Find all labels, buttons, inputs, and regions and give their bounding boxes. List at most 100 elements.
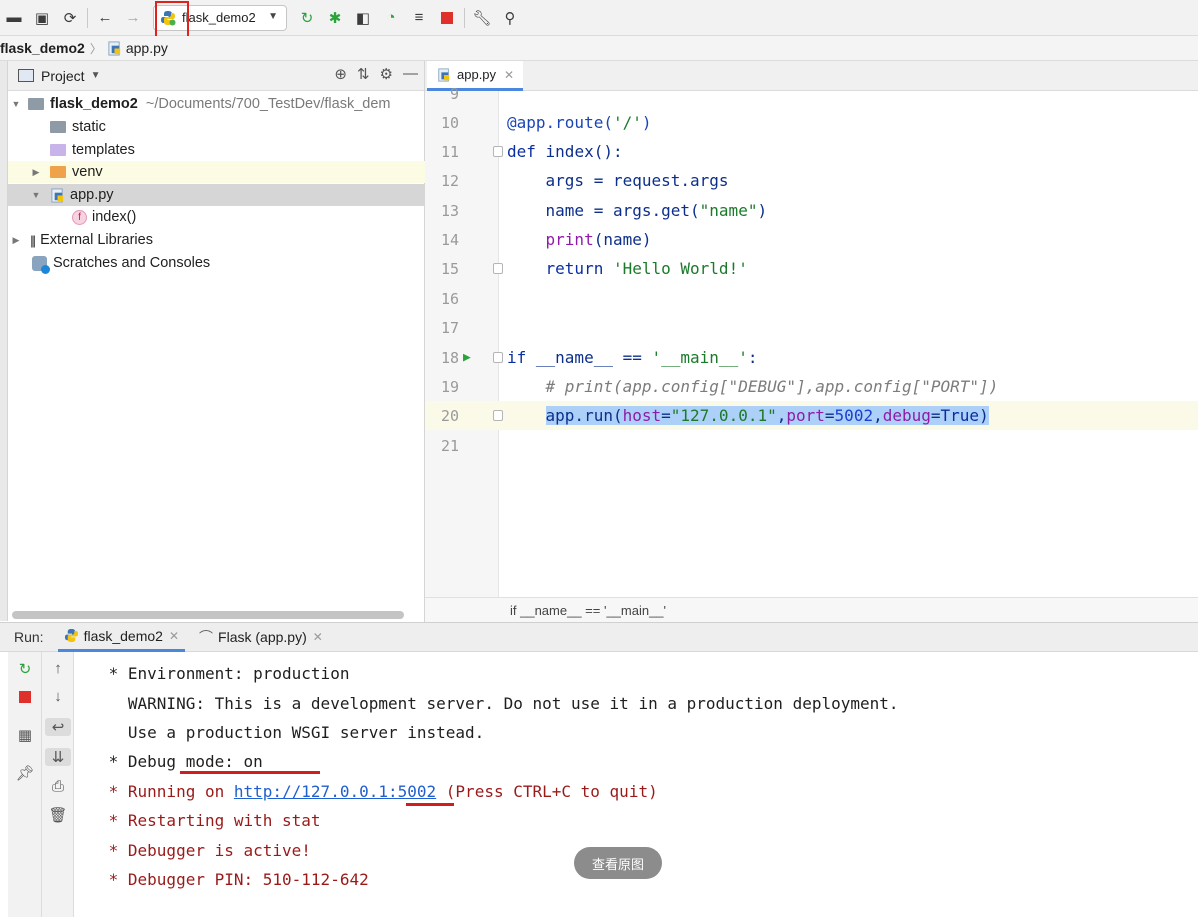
fold-marker-icon[interactable] — [493, 410, 503, 421]
tree-item-flask-demo2[interactable]: ▼ flask_demo2 ~/Documents/700_TestDev/fl… — [8, 93, 425, 115]
toolbar-divider — [464, 7, 465, 28]
up-arrow-icon[interactable]: ↑ — [42, 660, 74, 677]
collapse-all-icon[interactable]: ⇅ — [357, 65, 370, 83]
close-icon[interactable]: ✕ — [313, 630, 323, 644]
trash-icon[interactable]: 🗑︎ — [42, 806, 74, 824]
editor-breadcrumb-status[interactable]: if __name__ == '__main__' — [425, 597, 1198, 622]
run-configuration-select[interactable]: flask_demo2 ▼ — [153, 4, 287, 31]
python-file-icon — [438, 67, 450, 82]
gear-icon[interactable]: ⚙ — [380, 65, 393, 83]
tree-item-index-function[interactable]: f index() — [8, 206, 425, 228]
forward-arrow-icon[interactable]: → — [119, 4, 147, 32]
tree-item-templates[interactable]: templates — [8, 139, 425, 161]
code-context: if __name__ == '__main__' — [510, 602, 667, 618]
tree-item-external-libraries[interactable]: ▶ ||| External Libraries — [8, 229, 425, 251]
collapsed-arrow-icon[interactable]: ▶ — [30, 167, 42, 178]
run-tab-flask-app[interactable]: ⌒ Flask (app.py) ✕ — [193, 622, 329, 652]
print-icon[interactable]: ⎙ — [42, 778, 74, 795]
search-icon[interactable]: ⚲ — [496, 4, 524, 32]
fold-marker-icon[interactable] — [493, 146, 503, 157]
code-text: def index(): — [507, 142, 623, 161]
run-controls-secondary: ↑ ↓ ↩ ⇊ ⎙ 🗑︎ — [42, 652, 74, 917]
code-line-12[interactable]: 12 args = request.args — [425, 166, 1198, 195]
run-tab-label: flask_demo2 — [83, 627, 163, 644]
code-line-9[interactable]: 9 — [425, 85, 1198, 103]
console-line: * Restarting with stat — [99, 811, 321, 830]
project-panel-title[interactable]: Project — [41, 68, 85, 84]
line-number: 18 — [440, 348, 459, 367]
line-number: 11 — [440, 142, 459, 161]
code-line-21[interactable]: 21 — [425, 431, 1198, 460]
code-line-14[interactable]: 14 print(name) — [425, 225, 1198, 254]
run-panel-header: Run: flask_demo2 ✕ ⌒ Flask (app.py) ✕ — [0, 622, 1198, 652]
rerun-icon[interactable]: ↻ — [293, 4, 321, 32]
tree-item-venv[interactable]: ▶ venv — [8, 161, 425, 183]
wrench-icon[interactable]: 🔧︎ — [468, 4, 496, 32]
rerun-icon[interactable]: ↻ — [8, 660, 42, 678]
code-line-18[interactable]: 18 ▶ if __name__ == '__main__': — [425, 343, 1198, 372]
editor-tab-label: app.py — [457, 67, 497, 82]
code-text: if __name__ == '__main__': — [507, 348, 758, 367]
server-url-link[interactable]: http://127.0.0.1:5002 — [234, 782, 436, 801]
code-line-20[interactable]: 20 app.run(host="127.0.0.1",port=5002,de… — [425, 401, 1198, 430]
code-line-15[interactable]: 15 return 'Hello World!' — [425, 254, 1198, 283]
collapsed-arrow-icon[interactable]: ▶ — [10, 235, 22, 246]
tree-item-label: templates — [72, 142, 135, 158]
code-line-10[interactable]: 10 @app.route('/') — [425, 108, 1198, 137]
run-queue-icon[interactable]: ≡ — [405, 4, 433, 32]
console-running-line: * Running on http://127.0.0.1:5002 (Pres… — [99, 777, 658, 806]
view-original-button[interactable]: 查看原图 — [574, 847, 662, 879]
tree-item-scratches[interactable]: Scratches and Consoles — [8, 252, 425, 274]
close-icon[interactable]: ✕ — [504, 68, 514, 82]
code-text: args = request.args — [507, 171, 729, 190]
sync-icon[interactable]: ⟳ — [56, 4, 84, 32]
chevron-down-icon: ▼ — [268, 10, 278, 22]
code-line-17[interactable]: 17 — [425, 313, 1198, 342]
locate-icon[interactable]: ⊕ — [334, 65, 347, 83]
expanded-arrow-icon[interactable]: ▼ — [10, 99, 22, 109]
debug-bug-icon[interactable]: ✱ — [321, 4, 349, 32]
toolbar-divider — [87, 7, 88, 28]
save-icon[interactable]: ▣ — [28, 4, 56, 32]
breadcrumb-file[interactable]: app.py — [126, 40, 168, 56]
code-line-19[interactable]: 19 # print(app.config["DEBUG"],app.confi… — [425, 372, 1198, 401]
code-line-13[interactable]: 13 name = args.get("name") — [425, 196, 1198, 225]
expanded-arrow-icon[interactable]: ▼ — [30, 190, 42, 200]
soft-wrap-icon[interactable]: ↩ — [45, 718, 71, 736]
close-icon[interactable]: ✕ — [169, 629, 179, 643]
console-running-prefix: * Running on — [99, 782, 234, 801]
stop-icon[interactable] — [433, 4, 461, 32]
horizontal-scrollbar[interactable] — [12, 611, 404, 619]
code-line-16[interactable]: 16 — [425, 284, 1198, 313]
down-arrow-icon[interactable]: ↓ — [42, 688, 74, 705]
stop-icon[interactable] — [8, 690, 42, 707]
code-line-11[interactable]: 11 def index(): — [425, 137, 1198, 166]
scroll-to-end-icon[interactable]: ⇊ — [45, 748, 71, 766]
chevron-down-icon[interactable]: ▼ — [91, 70, 101, 81]
layout-icon[interactable]: ▦ — [8, 726, 42, 744]
line-number: 9 — [449, 85, 459, 103]
left-tool-strip — [0, 61, 8, 621]
python-icon — [161, 10, 176, 25]
minimize-icon[interactable]: — — [403, 65, 418, 83]
run-configuration-label: flask_demo2 — [182, 10, 256, 25]
tree-item-label: static — [72, 119, 106, 135]
run-play-icon[interactable]: ▶ — [463, 350, 471, 365]
line-number: 21 — [440, 436, 459, 455]
run-tab-label: Flask (app.py) — [218, 629, 307, 645]
open-folder-icon[interactable]: ▬ — [0, 4, 28, 32]
code-text: # print(app.config["DEBUG"],app.config["… — [545, 377, 999, 396]
profile-icon[interactable]: ◔ — [377, 4, 405, 32]
tree-item-static[interactable]: static — [8, 116, 425, 138]
back-arrow-icon[interactable]: ← — [91, 4, 119, 32]
tree-item-app-py[interactable]: ▼ app.py — [8, 184, 425, 206]
fold-marker-icon[interactable] — [493, 352, 503, 363]
pin-icon[interactable]: 📌︎ — [8, 764, 42, 782]
run-with-coverage-icon[interactable]: ◧ — [349, 4, 377, 32]
tree-item-label: app.py — [70, 187, 114, 203]
fold-marker-icon[interactable] — [493, 263, 503, 274]
breadcrumb-project[interactable]: flask_demo2 — [0, 40, 85, 56]
python-file-icon — [108, 40, 120, 56]
run-tab-flask-demo2[interactable]: flask_demo2 ✕ — [57, 622, 186, 652]
folder-icon — [50, 121, 66, 133]
